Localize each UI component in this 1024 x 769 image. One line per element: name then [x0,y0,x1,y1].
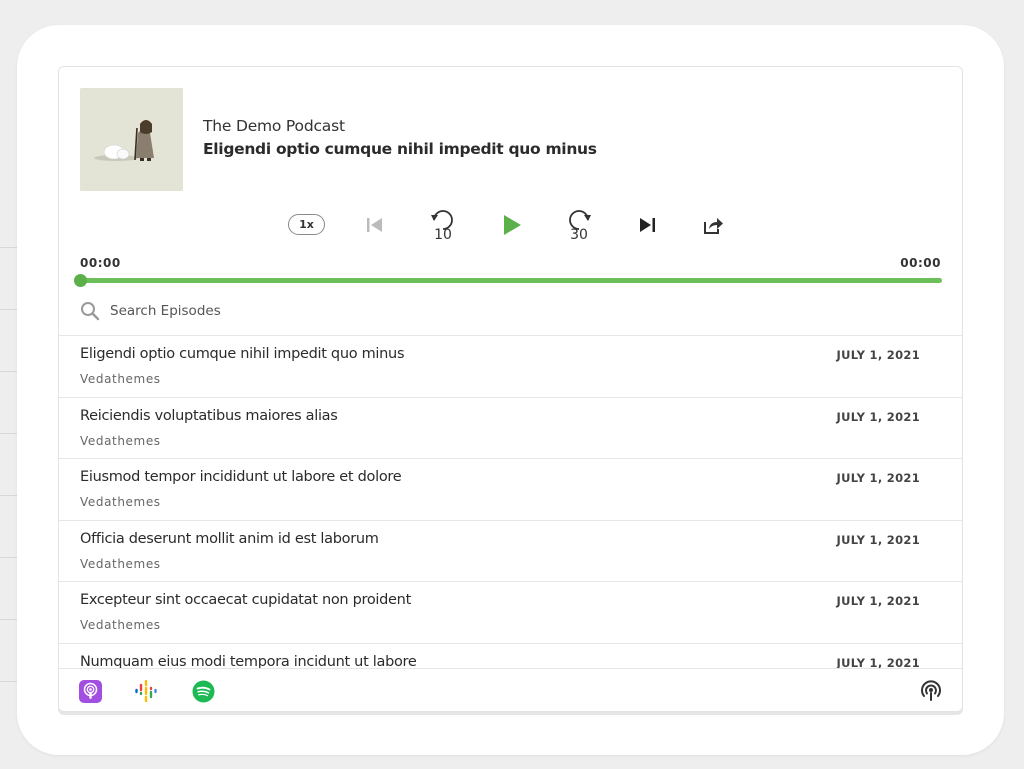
forward-seconds-label: 30 [570,227,588,241]
platform-links [59,668,962,711]
forward-button[interactable]: 30 [564,207,594,243]
current-time: 00:00 [80,256,121,270]
episode-item-author: Vedathemes [80,495,161,510]
episode-item[interactable]: Reiciendis voluptatibus maiores alias Ve… [59,398,962,460]
podcast-name: The Demo Podcast [203,117,345,135]
episode-item-date: JULY 1, 2021 [836,471,920,486]
rewind-button[interactable]: 10 [428,207,458,243]
episode-item-author: Vedathemes [80,433,161,448]
current-episode-title: Eligendi optio cumque nihil impedit quo … [203,140,597,158]
share-icon [704,218,723,234]
podcast-feed-link[interactable] [919,679,943,703]
episode-item[interactable]: Eligendi optio cumque nihil impedit quo … [59,336,962,398]
google-podcasts-link[interactable] [134,679,158,703]
episode-item[interactable]: Numquam eius modi tempora incidunt ut la… [59,644,962,668]
progress-handle[interactable] [74,274,87,287]
share-button[interactable] [700,207,726,243]
episode-item-date: JULY 1, 2021 [836,348,920,362]
episode-item-author: Vedathemes [80,556,161,571]
podcast-feed-icon [921,680,941,701]
episode-search [80,299,940,323]
progress-bar[interactable] [74,274,942,287]
episode-item-date: JULY 1, 2021 [836,409,920,424]
podcast-player: The Demo Podcast Eligendi optio cumque n… [58,66,963,712]
rewind-seconds-label: 10 [434,227,452,241]
episode-item-title: Excepteur sint occaecat cupidatat non pr… [80,592,411,609]
total-time: 00:00 [900,256,941,270]
play-icon [504,215,521,235]
episode-item-title: Eiusmod tempor incididunt ut labore et d… [80,469,402,486]
forward-icon: 30 [569,210,591,241]
episode-item-author: Vedathemes [80,372,161,386]
podcast-cover-art [80,88,183,191]
skip-forward-icon [640,218,655,232]
episode-item[interactable]: Eiusmod tempor incididunt ut labore et d… [59,459,962,521]
episode-item[interactable]: Officia deserunt mollit anim id est labo… [59,521,962,583]
episode-list: Eligendi optio cumque nihil impedit quo … [59,335,962,668]
episode-item-date: JULY 1, 2021 [836,655,920,668]
episode-item-title: Officia deserunt mollit anim id est labo… [80,530,379,547]
episode-item-title: Reiciendis voluptatibus maiores alias [80,407,338,424]
search-input[interactable] [110,299,710,323]
next-episode-button[interactable] [634,207,660,243]
spotify-icon [192,680,214,702]
previous-episode-button[interactable] [362,207,388,243]
rewind-icon: 10 [431,210,453,241]
episode-item-title: Eligendi optio cumque nihil impedit quo … [80,346,405,362]
play-button[interactable] [499,207,525,243]
episode-item[interactable]: Excepteur sint occaecat cupidatat non pr… [59,582,962,644]
playback-speed-button[interactable]: 1x [288,214,325,235]
apple-podcasts-icon [78,679,102,703]
skip-back-icon [367,218,382,232]
episode-item-author: Vedathemes [80,618,161,633]
apple-podcasts-link[interactable] [78,679,102,703]
google-podcasts-icon [135,679,157,703]
episode-item-title: Numquam eius modi tempora incidunt ut la… [80,653,417,668]
spotify-link[interactable] [191,679,215,703]
episode-item-date: JULY 1, 2021 [836,532,920,547]
playback-controls: 1x 10 30 [59,207,962,243]
search-icon [80,301,100,325]
episode-item-date: JULY 1, 2021 [836,594,920,609]
